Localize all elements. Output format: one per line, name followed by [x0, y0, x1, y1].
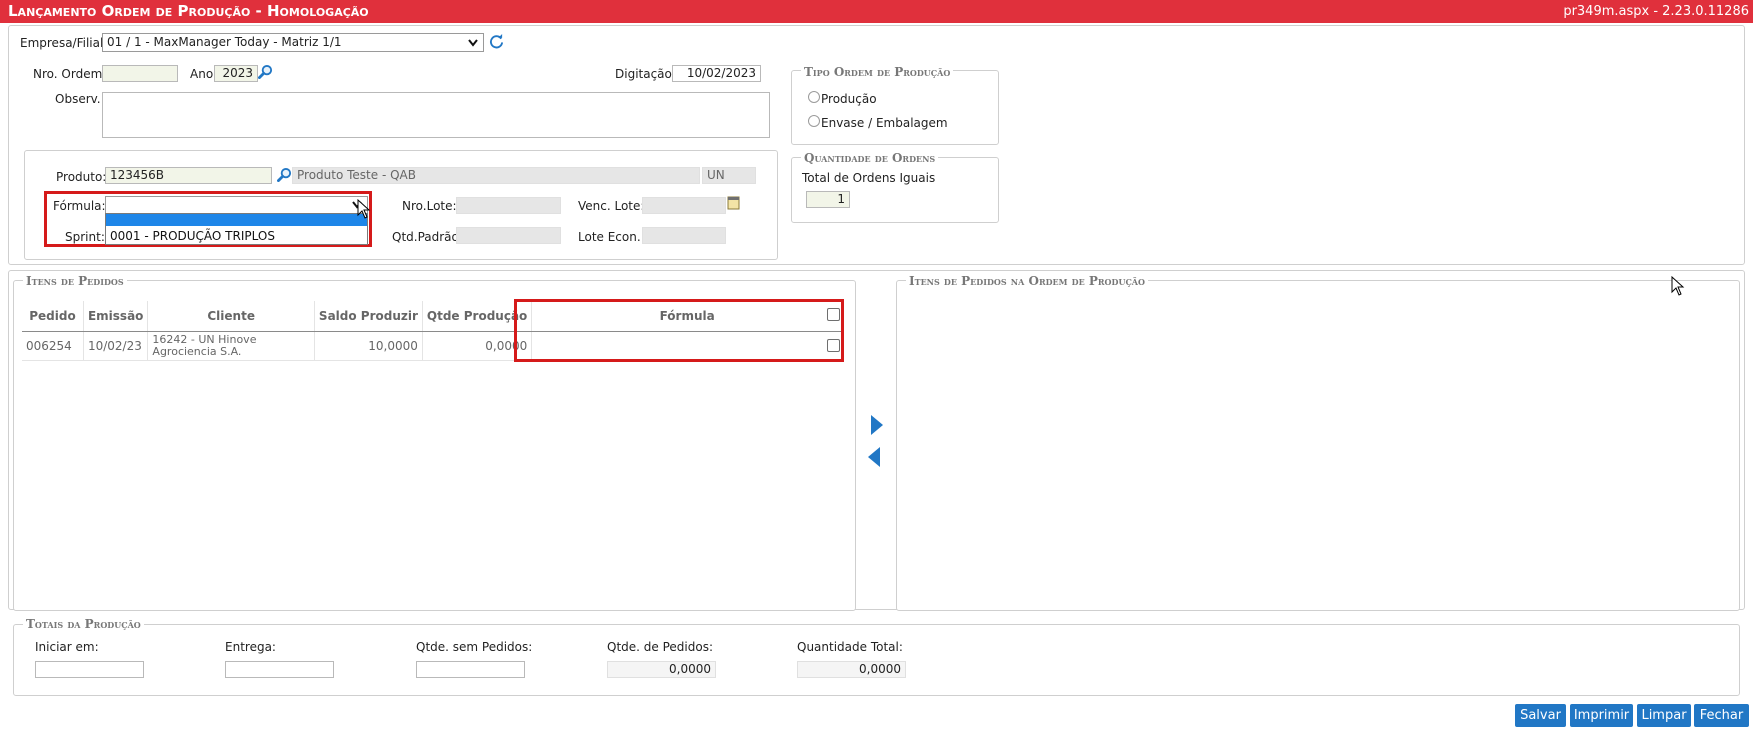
arrow-right-icon[interactable] — [869, 414, 885, 436]
cell-emissao: 10/02/23 — [83, 331, 149, 361]
produto-codigo-field[interactable]: 123456B — [105, 167, 272, 184]
qtd-padrao-field[interactable] — [456, 227, 561, 244]
qtde-pedidos-label: Qtde. de Pedidos: — [607, 640, 713, 654]
totais-fieldset — [13, 624, 1740, 696]
col-pedido[interactable]: Pedido — [22, 301, 84, 332]
lote-econ-label: Lote Econ.: — [578, 230, 645, 244]
empresa-select[interactable]: 01 / 1 - MaxManager Today - Matriz 1/1 — [102, 33, 484, 52]
qtd-padrao-label: Qtd.Padrão: — [392, 230, 463, 244]
mouse-cursor-icon — [1671, 276, 1685, 296]
qtde-sem-pedidos-label: Qtde. sem Pedidos: — [416, 640, 533, 654]
nro-lote-label: Nro.Lote: — [402, 199, 457, 213]
radio-envase[interactable] — [808, 115, 820, 127]
formula-column-highlight-box — [514, 299, 844, 362]
entrega-label: Entrega: — [225, 640, 276, 654]
cell-pedido: 006254 — [22, 331, 84, 361]
cell-saldo: 10,0000 — [314, 331, 423, 361]
qtde-pedidos-field: 0,0000 — [607, 661, 716, 678]
col-cliente[interactable]: Cliente — [147, 301, 315, 332]
col-saldo[interactable]: Saldo Produzir — [314, 301, 423, 332]
salvar-button[interactable]: Salvar — [1515, 704, 1566, 727]
iniciar-label: Iniciar em: — [35, 640, 99, 654]
mouse-cursor-icon — [357, 199, 371, 219]
col-emissao[interactable]: Emissão — [83, 301, 149, 332]
quantidade-ordens-fieldset — [791, 157, 999, 223]
page-title: Lançamento Ordem de Produção - Homologaç… — [8, 2, 369, 20]
row-checkbox[interactable] — [827, 339, 840, 352]
ano-field[interactable]: 2023 — [214, 65, 258, 82]
iniciar-field[interactable] — [35, 661, 144, 678]
cell-cliente: 16242 - UN Hinove Agrociencia S.A. — [147, 331, 315, 361]
limpar-button[interactable]: Limpar — [1637, 704, 1691, 727]
venc-lote-field[interactable] — [642, 197, 726, 214]
nro-lote-field[interactable] — [456, 197, 561, 214]
fechar-button[interactable]: Fechar — [1694, 704, 1749, 727]
page-version: pr349m.aspx - 2.23.0.11286 — [1563, 4, 1749, 19]
entrega-field[interactable] — [225, 661, 334, 678]
title-bar: Lançamento Ordem de Produção - Homologaç… — [0, 0, 1753, 23]
quantidade-total-label: Quantidade Total: — [797, 640, 903, 654]
sprint-label: Sprint: — [65, 230, 105, 244]
itens-pedidos-legend: Itens de Pedidos — [23, 274, 127, 288]
imprimir-button[interactable]: Imprimir — [1570, 704, 1633, 727]
total-ordens-field[interactable]: 1 — [806, 191, 850, 208]
search-icon[interactable] — [258, 64, 273, 79]
digitacao-field[interactable]: 10/02/2023 — [672, 65, 761, 82]
qtde-sem-pedidos-field[interactable] — [416, 661, 525, 678]
calendar-icon[interactable] — [727, 195, 740, 210]
quantidade-total-field: 0,0000 — [797, 661, 906, 678]
total-ordens-label: Total de Ordens Iguais — [802, 171, 936, 185]
nro-ordem-field[interactable] — [102, 65, 178, 82]
totais-legend: Totais da Produção — [23, 617, 144, 631]
formula-select[interactable] — [105, 196, 368, 214]
venc-lote-label: Venc. Lote: — [578, 199, 645, 213]
search-produto-icon[interactable] — [277, 167, 292, 182]
radio-producao-label: Produção — [821, 92, 877, 106]
tipo-ordem-fieldset — [791, 70, 999, 145]
refresh-icon[interactable] — [489, 34, 504, 49]
produto-descricao-field: Produto Teste - QAB — [292, 167, 700, 184]
produto-label: Produto: — [56, 170, 107, 184]
radio-producao[interactable] — [808, 91, 820, 103]
observ-textarea[interactable] — [102, 92, 770, 138]
arrow-left-icon[interactable] — [866, 446, 882, 468]
nro-ordem-label: Nro. Ordem: — [33, 67, 107, 81]
lote-econ-field[interactable] — [642, 227, 726, 244]
itens-ordem-fieldset — [896, 280, 1740, 611]
observ-label: Observ.: — [55, 92, 105, 106]
formula-option-highlighted[interactable] — [106, 214, 367, 226]
quantidade-ordens-legend: Quantidade de Ordens — [801, 151, 939, 165]
digitacao-label: Digitação: — [615, 67, 676, 81]
empresa-value: 01 / 1 - MaxManager Today - Matriz 1/1 — [107, 35, 342, 49]
formula-dropdown-list: 0001 - PRODUÇÃO TRIPLOS — [105, 213, 368, 245]
select-all-checkbox[interactable] — [827, 308, 840, 321]
chevron-down-icon — [468, 39, 478, 47]
itens-ordem-legend: Itens de Pedidos na Ordem de Produção — [906, 274, 1148, 288]
formula-option[interactable]: 0001 - PRODUÇÃO TRIPLOS — [110, 229, 275, 243]
produto-unidade-field: UN — [702, 167, 756, 184]
radio-envase-label: Envase / Embalagem — [821, 116, 948, 130]
empresa-label: Empresa/Filial: — [20, 36, 108, 50]
tipo-ordem-legend: Tipo Ordem de Produção — [801, 65, 954, 79]
